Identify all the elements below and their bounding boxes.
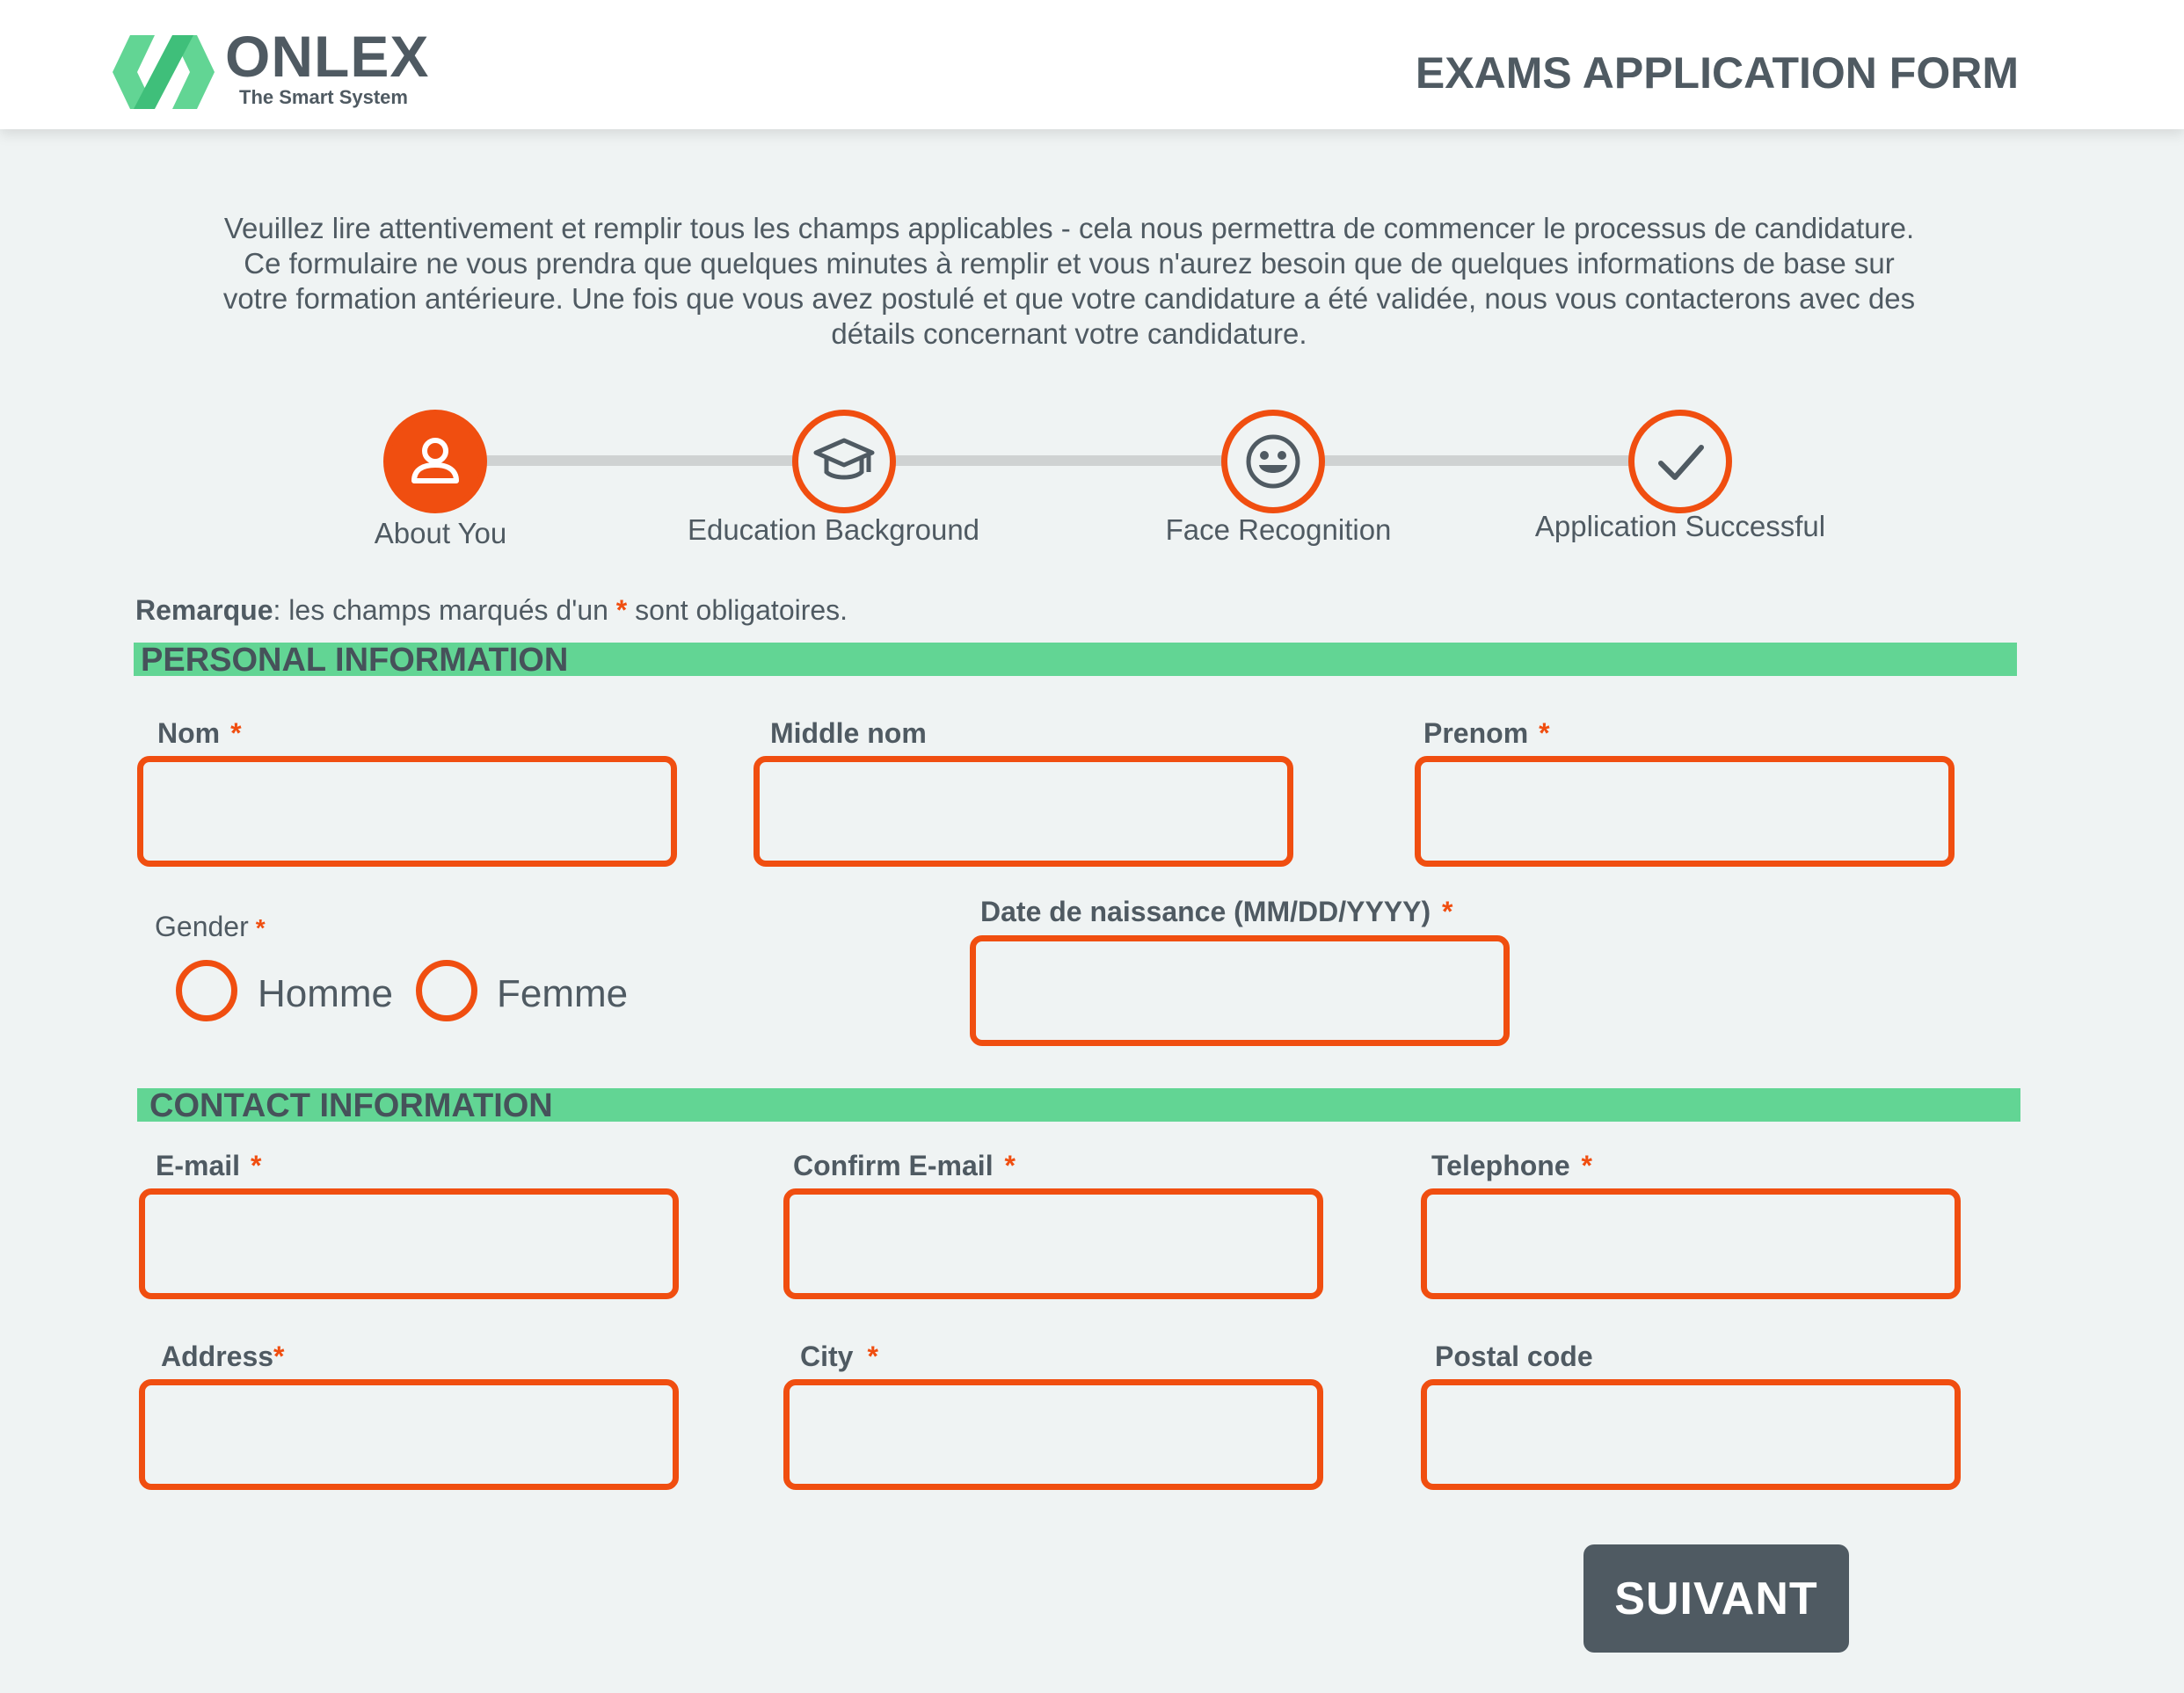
label-dob-text: Date de naissance (MM/DD/YYYY) [980,896,1431,927]
label-email-text: E-mail [156,1150,241,1181]
step-application-successful[interactable] [1628,410,1732,513]
step-label-about-you: About You [374,517,507,549]
nom-field[interactable] [137,756,677,867]
label-prenom: Prenom * [1423,716,1550,751]
app-header: ONLEX The Smart System EXAMS APPLICATION… [0,0,2184,129]
label-telephone: Telephone * [1431,1148,1592,1183]
required-star: * [1004,1150,1016,1181]
middle-nom-field[interactable] [753,756,1293,867]
intro-text: Veuillez lire attentivement et remplir t… [222,212,1916,350]
label-confirm-email: Confirm E-mail * [793,1148,1016,1183]
label-city: City * [800,1339,878,1374]
required-star: * [1442,896,1453,927]
remark-bold: Remarque [135,594,273,626]
progress-stepper: About You Education Background Face Reco… [0,404,2184,563]
step-label-education: Education Background [687,513,980,546]
label-city-text: City [800,1341,854,1372]
checkmark-icon [1658,445,1704,480]
email-field[interactable] [139,1188,679,1299]
step-education-background[interactable] [792,410,896,513]
required-star: * [1539,717,1550,749]
prenom-field[interactable] [1415,756,1955,867]
smiley-face-icon [1246,434,1300,489]
address-field[interactable] [139,1379,679,1490]
section-contact-information: CONTACT INFORMATION [137,1088,2020,1123]
label-address: Address* [161,1339,285,1374]
remark-before: : les champs marqués d'un [273,594,616,626]
label-confirm-email-text: Confirm E-mail [793,1150,994,1181]
brand-name: ONLEX [225,24,430,89]
radio-homme[interactable] [176,960,237,1021]
brand-tagline: The Smart System [239,86,408,108]
city-field[interactable] [783,1379,1323,1490]
radio-label-femme[interactable]: Femme [497,971,628,1017]
label-address-text: Address [161,1341,274,1372]
remark-after: sont obligatoires. [627,594,848,626]
page-title: EXAMS APPLICATION FORM [1415,48,2019,98]
label-prenom-text: Prenom [1423,717,1529,749]
step-connector [1310,455,1662,466]
required-star: * [230,717,242,749]
step-connector [888,455,1257,466]
label-postal-code: Postal code [1435,1341,1593,1372]
section-personal-information: PERSONAL INFORMATION [134,643,2017,678]
radio-femme[interactable] [416,960,477,1021]
label-nom: Nom * [157,716,242,751]
label-middle-nom: Middle nom [770,717,927,749]
telephone-field[interactable] [1421,1188,1961,1299]
step-about-you[interactable] [383,410,487,513]
label-gender-text: Gender [155,911,249,942]
label-gender: Gender * [155,909,266,946]
onlex-logo-icon [113,35,215,109]
postal-code-field[interactable] [1421,1379,1961,1490]
step-face-recognition[interactable] [1221,410,1325,513]
label-date-de-naissance: Date de naissance (MM/DD/YYYY) * [980,894,1452,929]
radio-label-homme[interactable]: Homme [258,971,393,1017]
suivant-button[interactable]: SUIVANT [1583,1544,1849,1653]
label-nom-text: Nom [157,717,221,749]
required-star: * [615,594,628,626]
required-star: * [251,1150,262,1181]
date-of-birth-field[interactable] [970,935,1510,1046]
required-fields-note: Remarque: les champs marqués d'un * sont… [135,591,848,629]
confirm-email-field[interactable] [783,1188,1323,1299]
required-star: * [255,914,266,941]
user-icon [411,438,459,483]
graduation-cap-icon [813,438,875,480]
step-label-face: Face Recognition [1165,513,1392,546]
label-email: E-mail * [156,1148,261,1183]
required-star: * [273,1341,285,1372]
step-label-success: Application Successful [1534,510,1826,542]
required-star: * [1581,1150,1592,1181]
required-star: * [867,1341,878,1372]
label-telephone-text: Telephone [1431,1150,1570,1181]
